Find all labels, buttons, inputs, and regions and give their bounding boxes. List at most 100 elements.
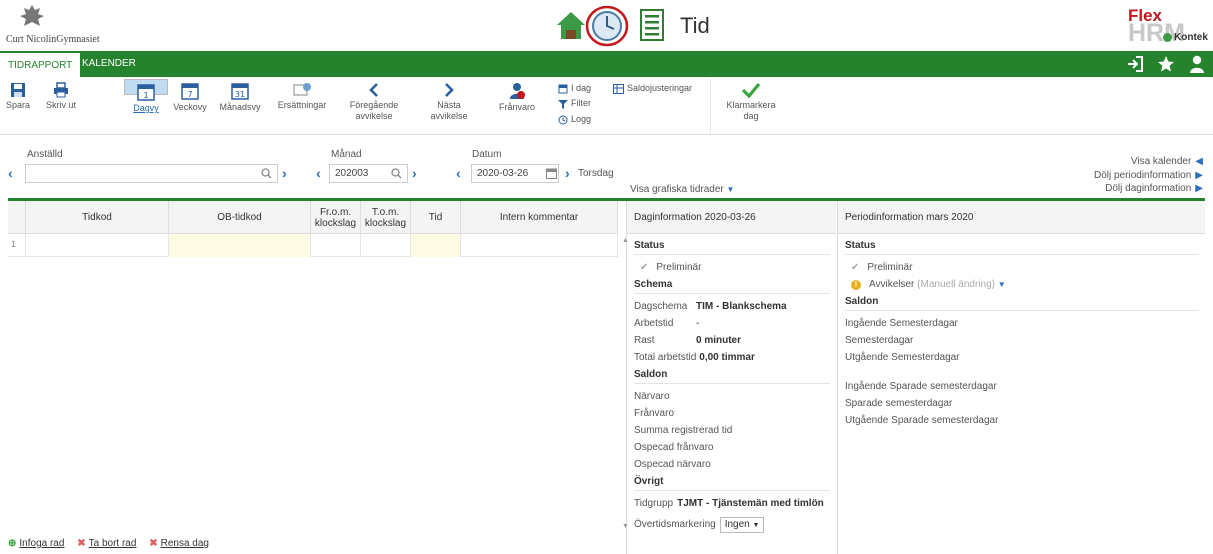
cell-from-time[interactable] <box>311 234 361 257</box>
column-from-time[interactable]: Fr.o.m. klockslag <box>311 201 361 234</box>
date-prev-arrow[interactable]: ‹ <box>456 165 461 181</box>
column-tid[interactable]: Tid <box>411 201 461 234</box>
page-title: Tid <box>680 13 710 38</box>
employee-input[interactable] <box>25 164 278 183</box>
deviations-label: Avvikelser <box>869 279 915 290</box>
period-preliminary-label: Preliminär <box>867 262 913 273</box>
overtid-row: Övertidsmarkering Ingen ▼ <box>634 516 830 533</box>
save-button[interactable]: Spara <box>2 79 34 133</box>
previous-deviation-button[interactable]: Föregående avvikelse <box>344 79 404 133</box>
log-label: Logg <box>571 114 592 124</box>
employee-next-arrow[interactable]: › <box>282 165 287 181</box>
employee-prev-arrow[interactable]: ‹ <box>8 165 13 181</box>
school-logo[interactable]: Curt NicolinGymnasiet <box>6 4 121 48</box>
plus-circle-icon: ⊕ <box>8 538 17 549</box>
delete-row-button[interactable]: ✖ Ta bort rad <box>77 538 136 549</box>
deviations-row[interactable]: ! Avvikelser (Manuell ändring) ▼ <box>845 276 1199 293</box>
previous-deviation-label-2: avvikelse <box>355 111 393 121</box>
delete-x-icon: ✖ <box>77 538 86 549</box>
hide-period-info-link[interactable]: Dölj periodinformation ▶ <box>1094 170 1203 181</box>
clear-day-label: Rensa dag <box>160 538 209 549</box>
week-view-label: Veckovy <box>173 102 207 112</box>
print-icon <box>54 82 68 98</box>
clear-x-icon: ✖ <box>149 538 158 549</box>
column-tidkod[interactable]: Tidkod <box>26 201 169 234</box>
hide-day-info-link[interactable]: Dölj daginformation ▶ <box>1105 183 1203 194</box>
tab-kalender[interactable]: KALENDER <box>74 51 144 77</box>
crest-icon <box>20 5 44 26</box>
star-icon[interactable] <box>1157 55 1175 73</box>
rast-key: Rast <box>634 335 655 346</box>
home-icon[interactable] <box>555 9 587 41</box>
filter-button[interactable]: Filter <box>558 98 591 109</box>
month-view-button[interactable]: 31 Månadsvy <box>214 79 266 133</box>
absence-label: Frånvaro <box>498 102 535 112</box>
day-status-preliminary: ✔ Preliminär <box>634 259 830 276</box>
check-icon: ✔ <box>640 262 649 273</box>
scroll-down-icon[interactable]: ▼ <box>622 523 629 530</box>
tab-tidrapport[interactable]: TIDRAPPORT <box>0 51 81 77</box>
mark-complete-label-1: Klarmarkera <box>726 100 776 110</box>
show-calendar-link[interactable]: Visa kalender ◀ <box>1131 156 1203 167</box>
calendar-day-icon: 1 <box>137 84 155 101</box>
row-number-header <box>8 201 26 234</box>
total-arbetstid-key: Total arbetstid <box>634 352 697 363</box>
column-intern-kommentar[interactable]: Intern kommentar <box>461 201 618 234</box>
cell-to-time[interactable] <box>361 234 411 257</box>
balance-adjustments-button[interactable]: Saldojusteringar <box>613 83 692 94</box>
clock-icon[interactable] <box>585 5 629 47</box>
cell-intern-kommentar[interactable] <box>461 234 618 257</box>
previous-deviation-label-1: Föregående <box>349 100 399 110</box>
cell-tid[interactable] <box>411 234 461 257</box>
overtid-key: Övertidsmarkering <box>634 519 716 530</box>
row-number-cell <box>8 234 26 257</box>
compensation-button[interactable]: Ersättningar <box>271 79 333 133</box>
ospecad-narvaro-row: Ospecad närvaro <box>634 459 711 470</box>
user-icon[interactable] <box>1189 55 1205 73</box>
today-button[interactable]: I dag <box>558 83 591 94</box>
next-deviation-button[interactable]: Nästa avvikelse <box>424 79 474 133</box>
date-next-arrow[interactable]: › <box>565 165 570 181</box>
show-graphic-rows-toggle[interactable]: Visa grafiska tidrader ▼ <box>630 184 734 195</box>
absence-user-icon <box>510 83 525 99</box>
cell-tidkod[interactable] <box>26 234 169 257</box>
logout-icon[interactable] <box>1127 56 1143 72</box>
search-icon[interactable] <box>261 168 272 179</box>
mark-day-complete-button[interactable]: Klarmarkera dag <box>720 79 782 133</box>
insert-row-button[interactable]: ⊕ Infoga rad <box>8 538 64 549</box>
month-next-arrow[interactable]: › <box>412 165 417 181</box>
log-button[interactable]: Logg <box>558 114 591 125</box>
compensation-icon <box>293 83 311 96</box>
report-list-icon[interactable] <box>639 9 665 41</box>
day-saldon-heading: Saldon <box>634 366 830 384</box>
date-calendar-icon[interactable] <box>546 168 557 179</box>
absence-button[interactable]: Frånvaro <box>494 79 540 133</box>
day-info-title: Daginformation 2020-03-26 <box>627 201 836 234</box>
scroll-up-icon[interactable]: ▲ <box>622 237 629 244</box>
day-status-heading: Status <box>634 237 830 255</box>
clear-day-button[interactable]: ✖ Rensa dag <box>149 538 209 549</box>
table-row[interactable]: 1 <box>8 234 618 257</box>
toolbar-divider <box>710 79 711 133</box>
month-prev-arrow[interactable]: ‹ <box>316 165 321 181</box>
hide-day-info-label: Dölj daginformation <box>1105 183 1192 194</box>
week-view-button[interactable]: 7 Veckovy <box>170 79 210 133</box>
period-info-title: Periodinformation mars 2020 <box>838 201 1205 234</box>
period-status-preliminary: ✔ Preliminär <box>845 259 1199 276</box>
day-view-button[interactable]: 1 Dagvy <box>124 79 168 113</box>
today-icon <box>558 84 568 94</box>
column-ob-tidkod[interactable]: OB-tidkod <box>169 201 311 234</box>
period-info-panel: Periodinformation mars 2020 Status ✔ Prel… <box>837 201 1205 554</box>
caret-left-icon: ◀ <box>1195 156 1203 167</box>
filter-label: Filter <box>571 98 591 108</box>
weekday-label: Torsdag <box>578 168 614 179</box>
month-search-icon[interactable] <box>391 168 402 179</box>
cell-ob-tidkod[interactable] <box>169 234 311 257</box>
month-label: Månad <box>331 149 362 160</box>
dagschema-value: TIM - Blankschema <box>696 301 787 312</box>
print-button[interactable]: Skriv ut <box>40 79 82 133</box>
arbetstid-value: - <box>696 318 700 329</box>
column-to-time[interactable]: T.o.m. klockslag <box>361 201 411 234</box>
table-footer-actions: ⊕ Infoga rad ✖ Ta bort rad ✖ Rensa dag <box>8 538 219 549</box>
overtid-select[interactable]: Ingen ▼ <box>719 517 765 533</box>
